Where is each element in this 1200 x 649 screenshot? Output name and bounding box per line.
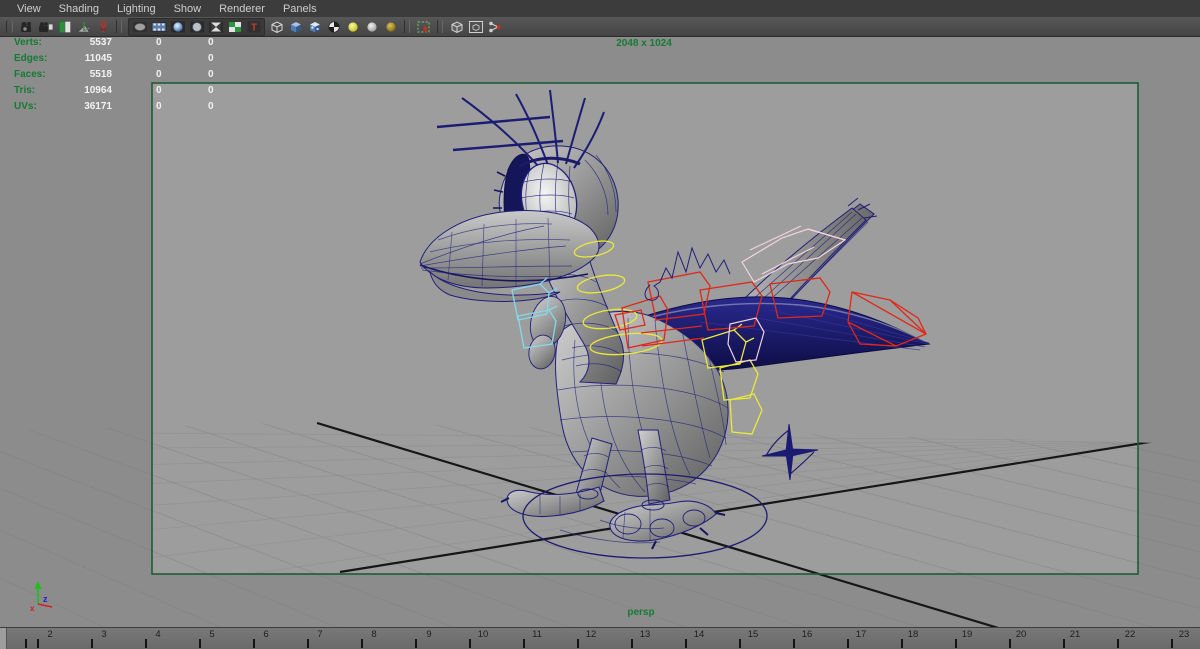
pan-zoom-icon[interactable] — [93, 19, 112, 35]
camera-settings-icon[interactable] — [36, 19, 55, 35]
lit-sphere-icon[interactable] — [168, 19, 187, 35]
gate-mask-icon[interactable] — [130, 19, 149, 35]
frame-number: 2 — [47, 629, 53, 640]
menu-view[interactable]: View — [8, 3, 50, 15]
display-toggle-group: T — [128, 17, 265, 36]
cube-wireframe-icon[interactable] — [267, 19, 286, 35]
menu-lighting[interactable]: Lighting — [108, 3, 165, 15]
toolbar-separator — [404, 20, 410, 33]
menu-renderer[interactable]: Renderer — [210, 3, 274, 15]
svg-text:z: z — [43, 594, 48, 604]
time-slider[interactable]: 2 3 4 5 6 7 8 9 10 11 12 13 14 15 16 17 … — [0, 627, 1200, 649]
filmstrip-icon[interactable] — [149, 19, 168, 35]
menu-show[interactable]: Show — [165, 3, 211, 15]
light-dim-icon[interactable] — [381, 19, 400, 35]
bookmark-icon[interactable] — [55, 19, 74, 35]
checker-ball-icon[interactable] — [324, 19, 343, 35]
panel-menu-bar: View Shading Lighting Show Renderer Pane… — [0, 0, 1200, 17]
toolbar-grip[interactable] — [6, 20, 13, 33]
svg-text:T: T — [250, 22, 256, 33]
cube-textured-icon[interactable] — [305, 19, 324, 35]
frame-number: 12 — [585, 629, 597, 640]
hypergraph-icon[interactable] — [485, 19, 504, 35]
frame-number: 13 — [639, 629, 651, 640]
panel-toolbar: T — [0, 17, 1200, 37]
frame-number: 21 — [1069, 629, 1081, 640]
menu-panels[interactable]: Panels — [274, 3, 326, 15]
frame-number: 14 — [693, 629, 705, 640]
frame-number: 4 — [155, 629, 161, 640]
checker-sphere-icon[interactable] — [206, 19, 225, 35]
texture-t-icon[interactable]: T — [244, 19, 263, 35]
frame-number: 18 — [907, 629, 919, 640]
frame-number: 16 — [801, 629, 813, 640]
toolbar-separator — [116, 20, 122, 33]
camera-name-label: persp — [627, 607, 655, 618]
isolate-select-icon[interactable] — [414, 19, 433, 35]
resolution-gate-label: 2048 x 1024 — [616, 38, 672, 49]
cube-shaded-icon[interactable] — [286, 19, 305, 35]
image-plane-icon[interactable] — [74, 19, 93, 35]
frame-number: 8 — [371, 629, 377, 640]
frame-number: 9 — [426, 629, 432, 640]
frame-number: 19 — [961, 629, 973, 640]
frame-number: 20 — [1015, 629, 1027, 640]
frame-number: 22 — [1124, 629, 1136, 640]
frame-number: 11 — [532, 629, 542, 640]
frame-number: 7 — [317, 629, 323, 640]
maya-viewport-window: View Shading Lighting Show Renderer Pane… — [0, 0, 1200, 649]
flat-sphere-icon[interactable] — [187, 19, 206, 35]
svg-text:x: x — [30, 604, 35, 613]
frame-number: 5 — [209, 629, 215, 640]
frame-number: 17 — [855, 629, 867, 640]
shadow-checker-icon[interactable] — [225, 19, 244, 35]
frame-number: 3 — [101, 629, 107, 640]
frame-number: 15 — [747, 629, 759, 640]
light-neutral-icon[interactable] — [362, 19, 381, 35]
xray-cube-icon[interactable] — [447, 19, 466, 35]
menu-shading[interactable]: Shading — [50, 3, 108, 15]
viewport-3d[interactable]: z x Verts: 5537 0 0 Edges: 11045 0 0 Fac… — [0, 37, 1200, 628]
light-bright-icon[interactable] — [343, 19, 362, 35]
camera-icon[interactable] — [17, 19, 36, 35]
viewport-3d-scene[interactable]: z x — [0, 37, 1200, 628]
framed-cube-icon[interactable] — [466, 19, 485, 35]
frame-number: 10 — [477, 629, 489, 640]
toolbar-separator — [437, 20, 443, 33]
frame-number: 6 — [263, 629, 269, 640]
frame-ticks — [0, 639, 1200, 648]
frame-number: 23 — [1178, 629, 1190, 640]
